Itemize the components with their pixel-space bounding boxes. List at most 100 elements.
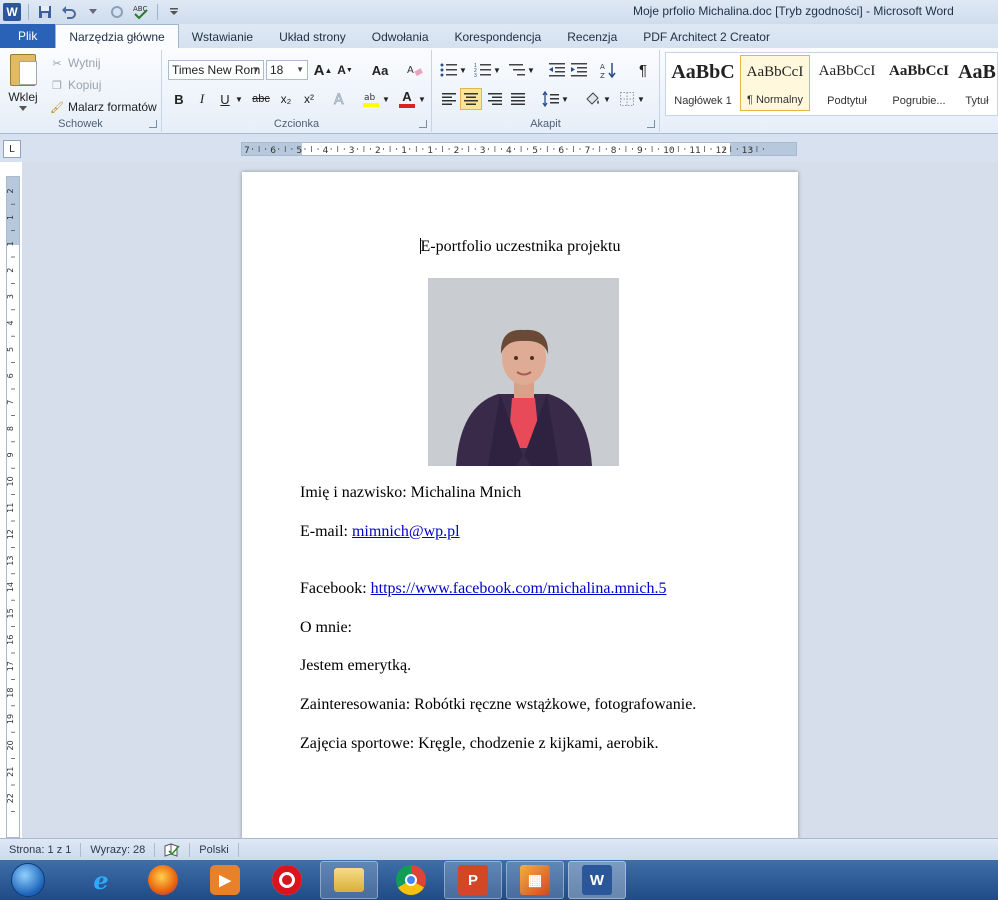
multilevel-dropdown[interactable]: ▼ (526, 59, 536, 81)
tab-page-layout[interactable]: Układ strony (266, 26, 359, 48)
strikethrough-button[interactable]: abc (248, 88, 274, 110)
tab-stop-selector[interactable]: L (3, 140, 21, 158)
align-left-button[interactable] (438, 88, 460, 110)
start-button[interactable] (0, 860, 56, 900)
tab-mailings[interactable]: Korespondencja (442, 26, 555, 48)
facebook-line[interactable]: Facebook: https://www.facebook.com/micha… (300, 580, 666, 598)
grow-font-label: A (313, 61, 325, 79)
tab-file[interactable]: Plik (0, 24, 56, 48)
tab-references[interactable]: Odwołania (359, 26, 442, 48)
line-spacing-button[interactable] (540, 88, 562, 110)
text-effects-button[interactable]: A (330, 88, 352, 110)
numbering-dropdown[interactable]: ▼ (492, 59, 502, 81)
copy-label: Kopiuj (68, 78, 102, 92)
taskbar-firefox[interactable] (134, 861, 192, 899)
taskbar-powerpoint[interactable]: P (444, 861, 502, 899)
about-heading[interactable]: O mnie: (300, 619, 352, 637)
horizontal-ruler[interactable]: 7 6 5 4 3 2 1 1 2 3 4 5 6 7 8 9 10 11 12 13 (241, 142, 797, 156)
email-link[interactable]: mimnich@wp.pl (352, 523, 460, 540)
font-launcher-icon[interactable] (419, 120, 427, 128)
shading-button[interactable] (582, 88, 604, 110)
format-painter-button[interactable]: 🖌 Malarz formatów (50, 98, 157, 116)
taskbar-file-explorer[interactable] (320, 861, 378, 899)
vertical-ruler[interactable]: 2112345678910111213141516171819202122 (6, 176, 20, 838)
italic-button[interactable]: I (191, 88, 213, 110)
vertical-ruler-label: 5 (7, 347, 15, 352)
email-line[interactable]: E-mail: mimnich@wp.pl (300, 523, 460, 541)
underline-button[interactable]: U (214, 88, 236, 110)
align-center-button[interactable] (460, 88, 482, 110)
sports-line[interactable]: Zajęcia sportowe: Kręgle, chodzenie z ki… (300, 735, 659, 753)
document-page[interactable]: E-portfolio uczestnika projektu Imię i n… (242, 172, 798, 852)
style-subtitle[interactable]: AaBbCcI Podtytuł (812, 55, 882, 111)
align-right-button[interactable] (484, 88, 506, 110)
vertical-ruler-label: 15 (7, 608, 15, 618)
tab-insert[interactable]: Wstawianie (179, 26, 266, 48)
superscript-button[interactable]: x² (298, 88, 320, 110)
bold-button[interactable]: B (168, 88, 190, 110)
borders-button[interactable] (616, 88, 638, 110)
tab-review[interactable]: Recenzja (554, 26, 630, 48)
increase-indent-button[interactable] (568, 59, 590, 81)
status-word-count[interactable]: Wyrazy: 28 (81, 842, 156, 857)
style-strong[interactable]: AaBbCcI Pogrubie... (884, 55, 954, 111)
document-title[interactable]: E-portfolio uczestnika projektu (242, 238, 798, 256)
font-color-dropdown[interactable]: ▼ (417, 88, 427, 110)
proofing-status[interactable] (155, 842, 191, 857)
tab-pdf-architect[interactable]: PDF Architect 2 Creator (630, 26, 783, 48)
facebook-link[interactable]: https://www.facebook.com/michalina.mnich… (371, 580, 667, 597)
line-spacing-dropdown[interactable]: ▼ (560, 88, 570, 110)
justify-button[interactable] (507, 88, 529, 110)
grow-font-button[interactable]: A ▲ (312, 59, 334, 81)
clipboard-launcher-icon[interactable] (149, 120, 157, 128)
about-text[interactable]: Jestem emerytką. (300, 657, 411, 675)
taskbar-media-player[interactable]: ▶ (196, 861, 254, 899)
font-color-button[interactable]: A (396, 88, 418, 110)
font-size-combo[interactable]: 18 ▼ (266, 60, 308, 80)
name-line[interactable]: Imię i nazwisko: Michalina Mnich (300, 484, 521, 502)
taskbar-chrome[interactable] (382, 861, 440, 899)
document-workspace[interactable]: E-portfolio uczestnika projektu Imię i n… (22, 162, 998, 852)
highlight-dropdown[interactable]: ▼ (381, 88, 391, 110)
taskbar-word[interactable]: W (568, 861, 626, 899)
subscript-button[interactable]: x₂ (275, 88, 297, 110)
status-language[interactable]: Polski (190, 842, 239, 857)
undo-dropdown[interactable] (83, 2, 103, 22)
paragraph-launcher-icon[interactable] (647, 120, 655, 128)
status-page[interactable]: Strona: 1 z 1 (0, 842, 82, 857)
spelling-button[interactable]: ABC (131, 2, 151, 22)
decrease-indent-button[interactable] (546, 59, 568, 81)
bullets-dropdown[interactable]: ▼ (458, 59, 468, 81)
underline-dropdown[interactable]: ▼ (234, 88, 244, 110)
paste-button[interactable]: Wklej (4, 52, 42, 112)
show-formatting-button[interactable]: ¶ (632, 59, 654, 81)
tab-home[interactable]: Narzędzia główne (55, 24, 179, 48)
copy-button[interactable]: ❐ Kopiuj (50, 76, 101, 94)
highlight-button[interactable]: ab (360, 88, 382, 110)
clear-formatting-button[interactable]: A (404, 59, 426, 81)
taskbar-internet-explorer[interactable]: e (72, 861, 130, 899)
sort-button[interactable]: AZ (598, 59, 620, 81)
style-title[interactable]: AaB Tytuł (956, 55, 998, 111)
undo-button[interactable] (59, 2, 79, 22)
shading-dropdown[interactable]: ▼ (602, 88, 612, 110)
change-case-button[interactable]: Aa (366, 59, 394, 81)
portrait-photo[interactable] (428, 278, 619, 466)
taskbar-opera[interactable] (258, 861, 316, 899)
style-heading-1[interactable]: AaBbC Nagłówek 1 (668, 55, 738, 111)
word-app-icon[interactable]: W (2, 2, 22, 22)
borders-dropdown[interactable]: ▼ (636, 88, 646, 110)
bullets-button[interactable] (438, 59, 460, 81)
interests-line[interactable]: Zainteresowania: Robótki ręczne wstążkow… (300, 696, 696, 714)
taskbar-presentation[interactable]: ▦ (506, 861, 564, 899)
redo-button[interactable] (107, 2, 127, 22)
style-normal[interactable]: AaBbCcI ¶ Normalny (740, 55, 810, 111)
multilevel-list-button[interactable] (506, 59, 528, 81)
font-name-combo[interactable]: Times New Rom ▼ (168, 60, 264, 80)
save-button[interactable] (35, 2, 55, 22)
vertical-ruler-label: 1 (7, 215, 15, 220)
shrink-font-button[interactable]: A ▼ (334, 59, 356, 81)
customize-qat-button[interactable] (164, 2, 184, 22)
numbering-button[interactable]: 123 (472, 59, 494, 81)
cut-button[interactable]: ✂ Wytnij (50, 54, 100, 72)
